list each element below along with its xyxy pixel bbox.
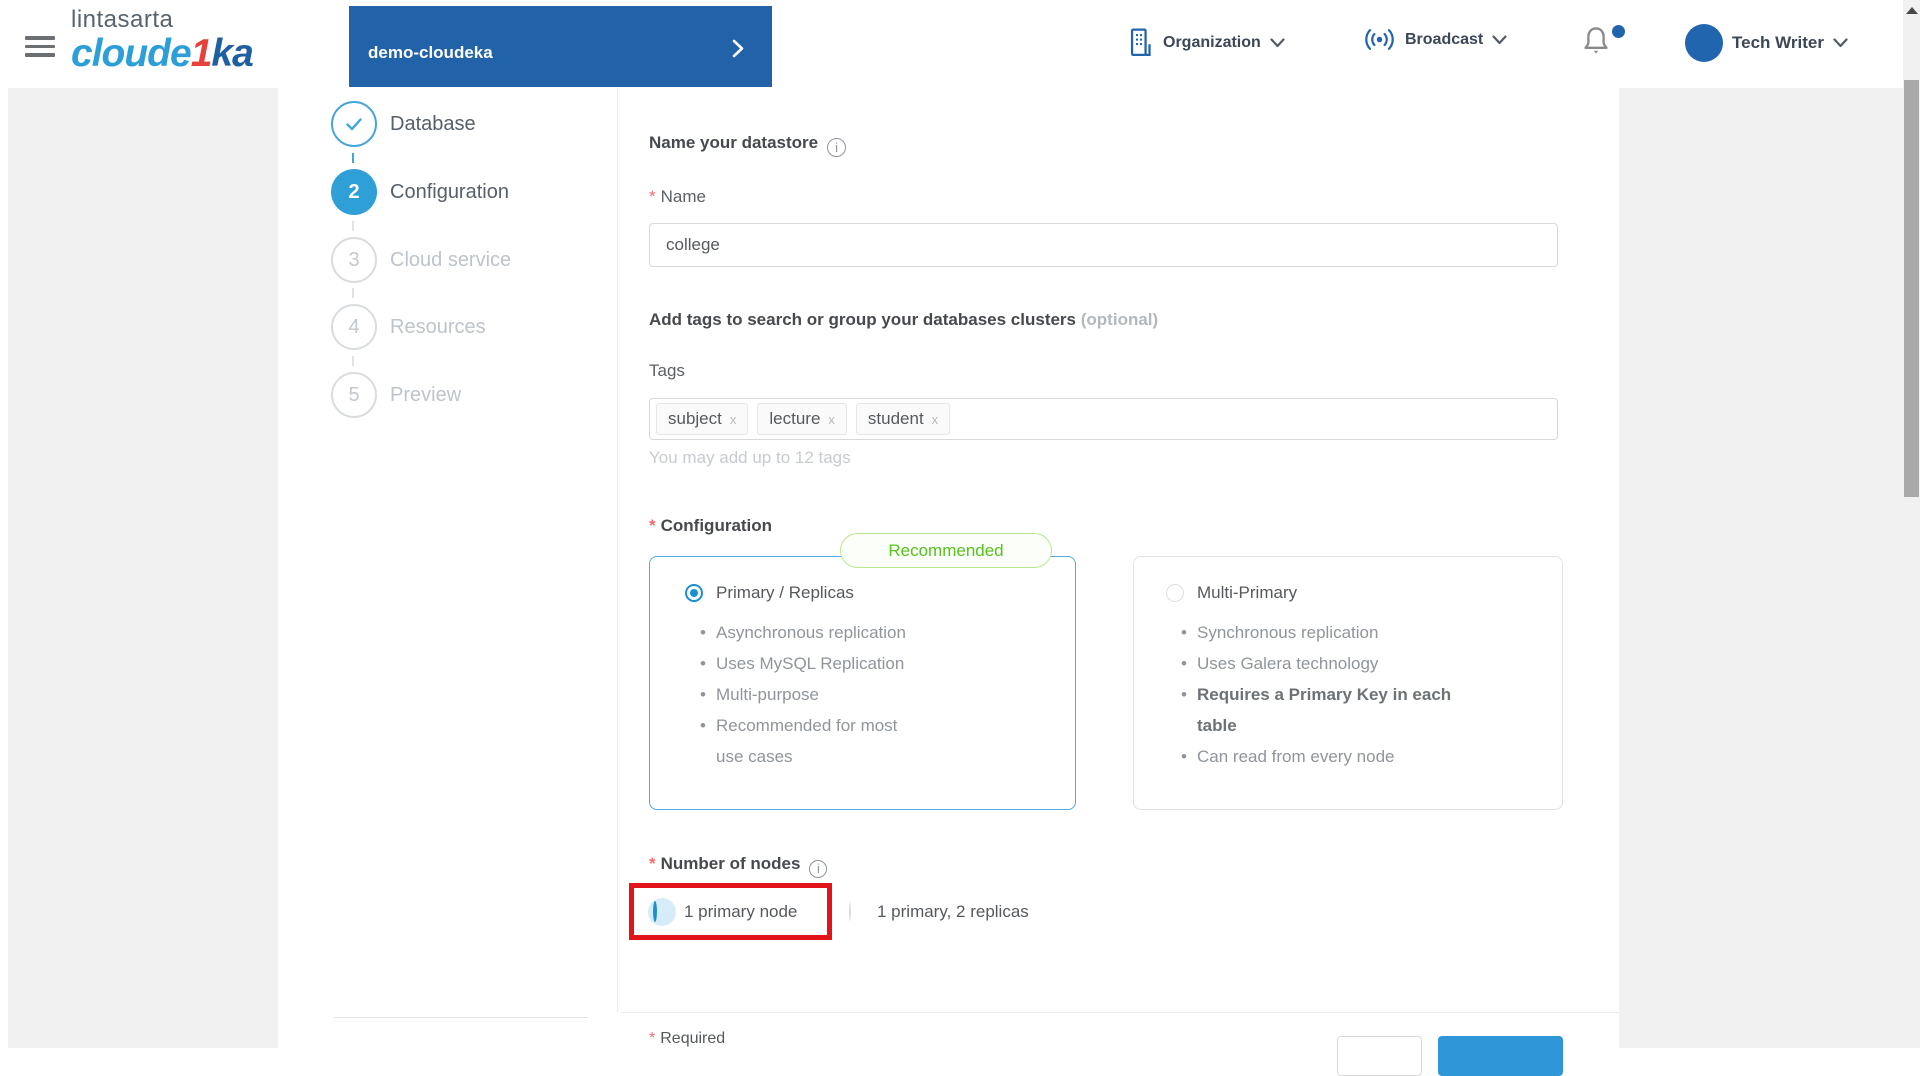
- tags-section-heading: Add tags to search or group your databas…: [649, 310, 1159, 329]
- step-cloud-service-circle[interactable]: 3: [331, 237, 377, 283]
- user-name: Tech Writer: [1732, 33, 1824, 52]
- vertical-divider: [617, 88, 618, 1012]
- logo-line2: cloude1ka: [71, 32, 254, 75]
- option-title: Multi-Primary: [1197, 583, 1298, 602]
- tags-hint: You may add up to 12 tags: [649, 448, 851, 467]
- radio-1-primary-2-replicas[interactable]: [849, 902, 851, 921]
- option-bullet: Uses MySQL Replication: [700, 648, 1055, 679]
- step-preview-label[interactable]: Preview: [390, 383, 461, 407]
- logo-line1: lintasarta: [71, 6, 174, 33]
- chevron-down-icon: [1492, 34, 1507, 45]
- scrollbar-up-arrow[interactable]: [1906, 7, 1918, 14]
- option-bullet: Can read from every node: [1181, 741, 1542, 772]
- cloudeka-logo: lintasarta cloude1ka: [71, 6, 254, 75]
- nodes-field-label: * Number of nodes i: [649, 854, 828, 878]
- option-card-multi-primary[interactable]: Multi-Primary Synchronous replication Us…: [1133, 556, 1563, 810]
- step-resources-circle[interactable]: 4: [331, 304, 377, 350]
- notification-badge-dot: [1612, 25, 1625, 38]
- left-gutter: [8, 88, 278, 1048]
- avatar: [1685, 24, 1723, 62]
- scrollbar-thumb[interactable]: [1904, 80, 1919, 497]
- radio-1-primary-2-replicas-label[interactable]: 1 primary, 2 replicas: [877, 902, 1029, 922]
- tag-remove-icon[interactable]: x: [932, 412, 939, 427]
- chevron-down-icon: [1833, 38, 1848, 48]
- project-name: demo-cloudeka: [368, 43, 493, 62]
- tags-input[interactable]: subject x lecture x student x: [649, 398, 1558, 440]
- broadcast-icon: [1363, 27, 1396, 52]
- footer-divider: [621, 1012, 1619, 1013]
- info-icon[interactable]: i: [827, 138, 847, 157]
- step-database-label[interactable]: Database: [390, 112, 476, 136]
- user-menu-dropdown[interactable]: Tech Writer: [1685, 24, 1848, 62]
- organization-building-icon: [1127, 27, 1154, 58]
- chevron-right-icon: [732, 39, 744, 58]
- step-database-circle[interactable]: [331, 101, 377, 147]
- step-configuration-circle[interactable]: 2: [331, 169, 377, 215]
- required-asterisk: *: [649, 854, 656, 873]
- configuration-field-label: * Configuration: [649, 516, 773, 535]
- tag-remove-icon[interactable]: x: [828, 412, 835, 427]
- organization-label: Organization: [1163, 33, 1261, 51]
- right-gutter: [1619, 88, 1903, 1048]
- tags-field-label: Tags: [649, 361, 685, 380]
- top-bar: lintasarta cloude1ka demo-cloudeka Organ…: [0, 0, 1920, 88]
- option-bullet: Synchronous replication: [1181, 617, 1542, 648]
- option-bullet: Uses Galera technology: [1181, 648, 1542, 679]
- step-connector: [352, 153, 354, 163]
- tag-chip: subject x: [656, 403, 749, 435]
- option-bullet: Asynchronous replication: [700, 617, 1055, 648]
- step-connector: [352, 221, 354, 231]
- step-configuration-label[interactable]: Configuration: [390, 180, 509, 204]
- option-title: Primary / Replicas: [716, 583, 854, 602]
- step-connector: [352, 288, 354, 298]
- info-icon[interactable]: i: [809, 859, 828, 878]
- name-input[interactable]: college: [649, 223, 1558, 267]
- required-note: * Required: [649, 1030, 726, 1047]
- stepper-footer-divider: [334, 1017, 588, 1018]
- organization-dropdown[interactable]: Organization: [1127, 27, 1285, 58]
- step-preview-circle[interactable]: 5: [331, 372, 377, 418]
- broadcast-dropdown[interactable]: Broadcast: [1363, 27, 1507, 52]
- tag-remove-icon[interactable]: x: [730, 412, 737, 427]
- hamburger-menu-icon[interactable]: [25, 36, 55, 57]
- broadcast-label: Broadcast: [1405, 30, 1484, 48]
- step-cloud-service-label[interactable]: Cloud service: [390, 248, 511, 272]
- recommended-badge: Recommended: [840, 533, 1052, 568]
- tag-chip: lecture x: [757, 403, 847, 435]
- cancel-button[interactable]: [1337, 1036, 1422, 1076]
- name-field-label: * Name: [649, 187, 706, 206]
- annotation-highlight-box: [629, 883, 832, 940]
- next-button[interactable]: [1438, 1036, 1563, 1076]
- step-connector: [352, 356, 354, 366]
- required-asterisk: *: [649, 187, 656, 206]
- required-asterisk: *: [649, 516, 656, 535]
- chevron-down-icon: [1270, 37, 1285, 48]
- optional-note: (optional): [1080, 310, 1159, 329]
- option-bullet: Multi-purpose: [700, 679, 1055, 710]
- required-asterisk: *: [649, 1030, 656, 1047]
- project-selector-button[interactable]: demo-cloudeka: [349, 6, 772, 87]
- check-icon: [346, 118, 362, 131]
- option-bullet: Recommended for most use cases: [700, 710, 1055, 772]
- notifications-bell-icon[interactable]: [1580, 24, 1612, 60]
- tag-chip: student x: [855, 403, 951, 435]
- radio-primary-replicas[interactable]: [685, 584, 703, 602]
- radio-multi-primary[interactable]: [1166, 584, 1184, 602]
- option-card-primary-replicas[interactable]: Primary / Replicas Asynchronous replicat…: [649, 556, 1076, 810]
- option-bullet: Requires a Primary Key in each table: [1181, 679, 1542, 741]
- step-resources-label[interactable]: Resources: [390, 315, 486, 339]
- name-section-heading: Name your datastore i: [649, 133, 847, 157]
